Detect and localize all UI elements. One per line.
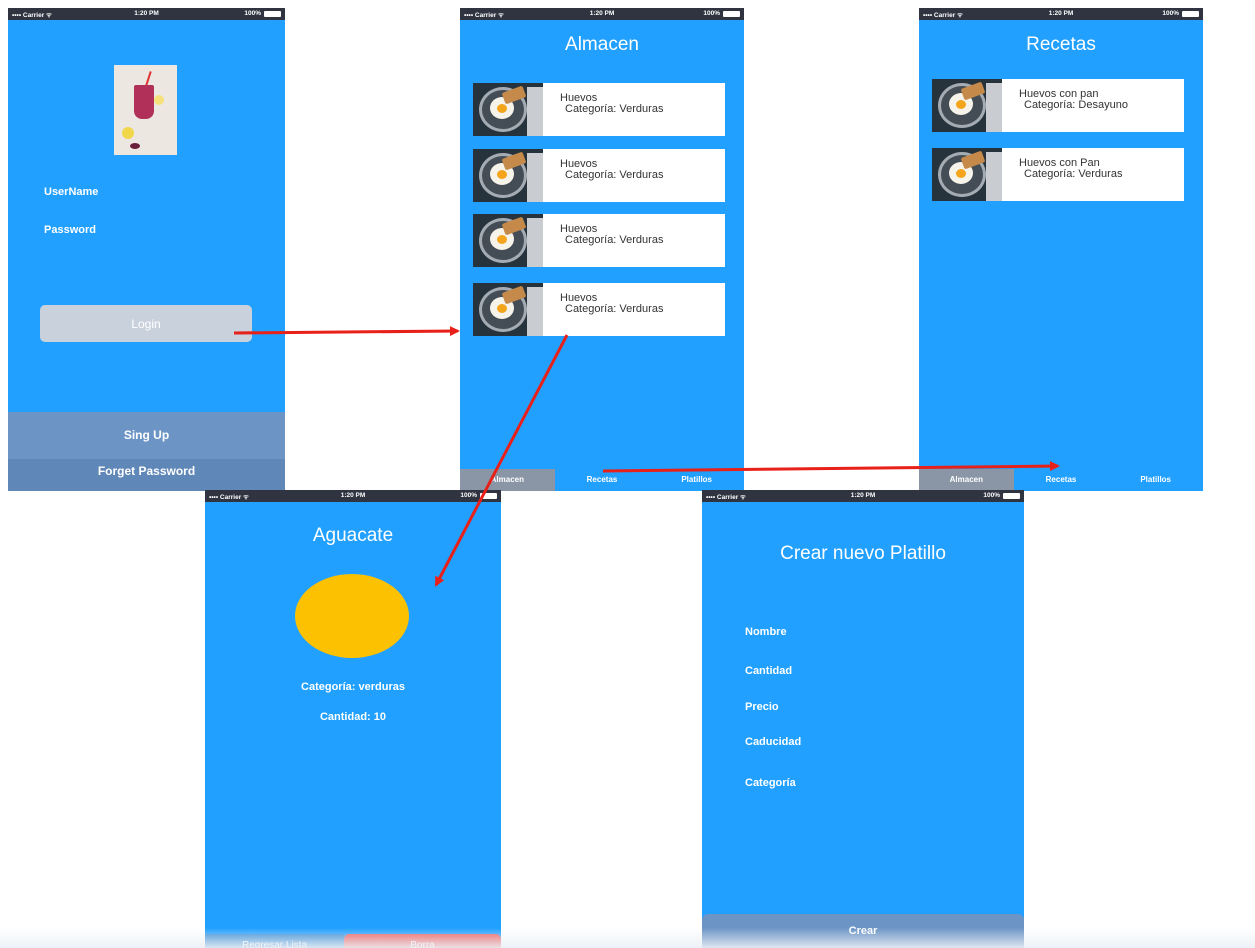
forget-password-button[interactable]: Forget Password: [8, 459, 285, 491]
bottom-fade: [0, 928, 1255, 948]
tab-platillos[interactable]: Platillos: [1108, 469, 1203, 491]
battery-icon: [1182, 11, 1199, 17]
login-button[interactable]: Login: [40, 305, 252, 342]
item-category: Categoría: verduras: [301, 681, 405, 693]
egg-thumbnail: [932, 79, 1002, 132]
tab-platillos[interactable]: Platillos: [649, 469, 744, 491]
delete-button[interactable]: Borra: [344, 934, 501, 948]
drink-photo: [114, 65, 177, 155]
time-text: 1:20 PM: [340, 492, 366, 499]
page-title: Almacen: [565, 34, 639, 55]
tab-recetas[interactable]: Recetas: [554, 469, 650, 491]
list-item[interactable]: Huevos Categoría: Verduras: [473, 214, 725, 267]
tab-recetas[interactable]: Recetas: [1013, 469, 1109, 491]
battery-text: 100%: [1162, 10, 1179, 17]
list-item[interactable]: Huevos Categoría: Verduras: [473, 283, 725, 336]
list-item[interactable]: Huevos con pan Categoría: Desayuno: [932, 79, 1184, 132]
status-bar: •••• Carrier ᯤ 1:20 PM 100%: [8, 8, 285, 20]
aguacate-screen: •••• Carrier ᯤ 1:20 PM 100% Aguacate Cat…: [205, 490, 501, 948]
password-label[interactable]: Password: [44, 224, 96, 236]
signup-button[interactable]: Sing Up: [8, 412, 285, 459]
status-bar: •••• Carrier ᯤ 1:20 PM 100%: [702, 490, 1024, 502]
battery-icon: [264, 11, 281, 17]
battery-text: 100%: [244, 10, 261, 17]
create-button[interactable]: Crear: [702, 914, 1024, 948]
page-title: Aguacate: [312, 525, 394, 546]
tab-bar: Almacen Recetas Platillos: [460, 469, 744, 491]
username-label[interactable]: UserName: [44, 186, 98, 198]
crear-platillo-screen: •••• Carrier ᯤ 1:20 PM 100% Crear nuevo …: [702, 490, 1024, 948]
field-cantidad[interactable]: Cantidad: [745, 665, 792, 677]
recetas-screen: •••• Carrier ᯤ 1:20 PM 100% Recetas Huev…: [919, 8, 1203, 491]
action-bar: Regresar Lista Borra: [205, 934, 501, 948]
time-text: 1:20 PM: [589, 10, 615, 17]
almacen-screen: •••• Carrier ᯤ 1:20 PM 100% Almacen Huev…: [460, 8, 744, 491]
field-categoria[interactable]: Categoría: [745, 777, 796, 789]
egg-thumbnail: [932, 148, 1002, 201]
page-title: Recetas: [1026, 34, 1096, 55]
item-image: [295, 574, 409, 658]
status-bar: •••• Carrier ᯤ 1:20 PM 100%: [205, 490, 501, 502]
item-category: Categoría: Verduras: [565, 234, 664, 246]
field-precio[interactable]: Precio: [745, 701, 779, 713]
egg-thumbnail: [473, 283, 543, 336]
page-title: Crear nuevo Platillo: [780, 543, 946, 564]
login-screen: •••• Carrier ᯤ 1:20 PM 100% UserName Pas…: [8, 8, 285, 491]
item-category: Categoría: Verduras: [565, 303, 664, 315]
battery-icon: [723, 11, 740, 17]
item-category: Categoría: Verduras: [565, 169, 664, 181]
field-caducidad[interactable]: Caducidad: [745, 736, 801, 748]
tab-almacen[interactable]: Almacen: [460, 469, 555, 491]
field-nombre[interactable]: Nombre: [745, 626, 787, 638]
recipe-category: Categoría: Desayuno: [1024, 99, 1128, 111]
item-category: Categoría: Verduras: [565, 103, 664, 115]
time-text: 1:20 PM: [850, 492, 876, 499]
egg-thumbnail: [473, 83, 543, 136]
recipe-category: Categoría: Verduras: [1024, 168, 1123, 180]
status-bar: •••• Carrier ᯤ 1:20 PM 100%: [460, 8, 744, 20]
status-bar: •••• Carrier ᯤ 1:20 PM 100%: [919, 8, 1203, 20]
tab-almacen[interactable]: Almacen: [919, 469, 1014, 491]
battery-text: 100%: [983, 492, 1000, 499]
item-quantity: Cantidad: 10: [319, 711, 386, 723]
tab-bar: Almacen Recetas Platillos: [919, 469, 1203, 491]
list-item[interactable]: Huevos Categoría: Verduras: [473, 149, 725, 202]
egg-thumbnail: [473, 214, 543, 267]
back-to-list-button[interactable]: Regresar Lista: [205, 934, 344, 948]
egg-thumbnail: [473, 149, 543, 202]
time-text: 1:20 PM: [1048, 10, 1074, 17]
battery-icon: [1003, 493, 1020, 499]
battery-text: 100%: [460, 492, 477, 499]
battery-icon: [480, 493, 497, 499]
list-item[interactable]: Huevos con Pan Categoría: Verduras: [932, 148, 1184, 201]
battery-text: 100%: [703, 10, 720, 17]
list-item[interactable]: Huevos Categoría: Verduras: [473, 83, 725, 136]
